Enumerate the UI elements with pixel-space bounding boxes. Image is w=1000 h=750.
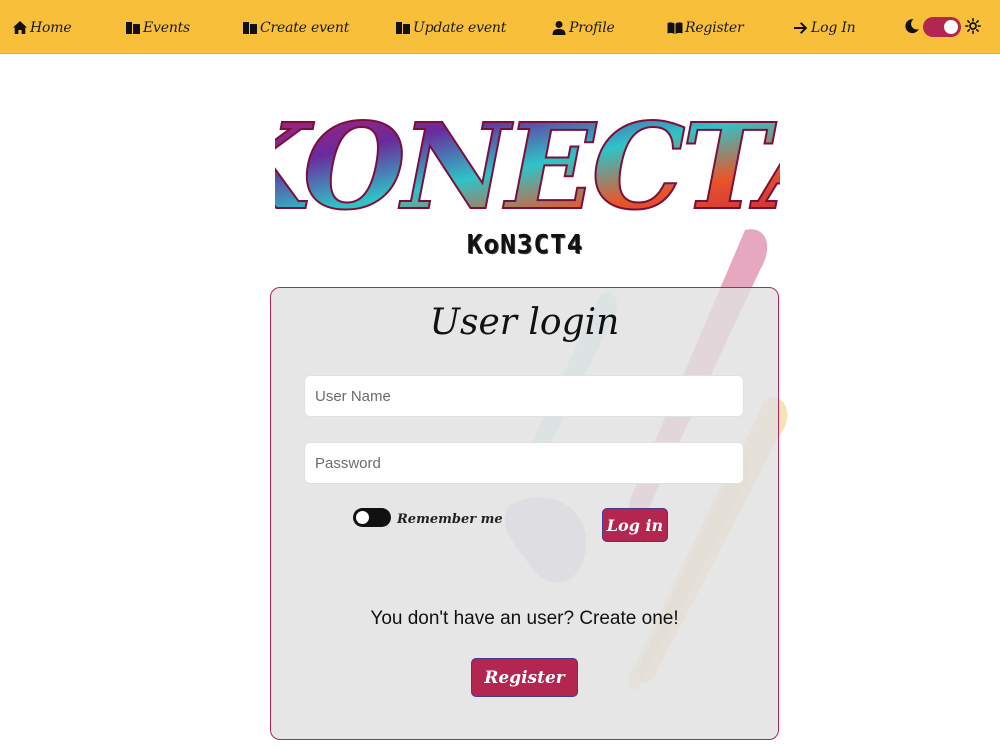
nav-home-link[interactable]: Home	[12, 17, 72, 39]
nav-login-label: Log In	[811, 20, 856, 36]
nav-home-label: Home	[30, 20, 72, 36]
nav-update-event-label: Update event	[413, 20, 507, 36]
register-button[interactable]: Register	[471, 658, 578, 697]
nav-profile-label: Profile	[569, 20, 615, 36]
book-open-icon	[667, 22, 683, 34]
home-icon	[13, 21, 27, 34]
user-icon	[552, 21, 566, 35]
username-input[interactable]	[304, 375, 744, 417]
moon-icon	[905, 19, 919, 34]
nav-update-event-link[interactable]: Update event	[395, 17, 506, 39]
nav-register-link[interactable]: Register	[667, 17, 744, 39]
nav-profile-link[interactable]: Profile	[551, 17, 615, 39]
svg-text:KONECTA: KONECTA	[275, 100, 780, 225]
login-button[interactable]: Log in	[602, 508, 668, 542]
remember-toggle-knob	[356, 511, 369, 524]
theme-toggle[interactable]	[923, 17, 961, 37]
nav-create-event-label: Create event	[260, 20, 350, 36]
nav-events-link[interactable]: Events	[125, 17, 190, 39]
konecta-logo: KONECTA	[275, 100, 780, 225]
calendar-plus-icon	[243, 22, 257, 34]
nav-create-event-link[interactable]: Create event	[242, 17, 349, 39]
calendar-edit-icon	[396, 22, 410, 34]
nav-events-label: Events	[143, 20, 191, 36]
nav-register-label: Register	[685, 20, 744, 36]
no-account-text: You don't have an user? Create one!	[370, 608, 679, 629]
calendar-icon	[126, 22, 140, 34]
login-card: User login Remember me Log in You don't …	[270, 287, 779, 740]
remember-me-label: Remember me	[397, 512, 503, 527]
login-title: User login	[429, 302, 620, 343]
arrow-right-icon	[794, 22, 808, 34]
top-navbar: Home Events Create event Update event Pr…	[0, 0, 1000, 54]
nav-login-link[interactable]: Log In	[793, 17, 856, 39]
password-input[interactable]	[304, 442, 744, 484]
remember-me-toggle[interactable]	[353, 508, 391, 527]
theme-toggle-knob	[944, 20, 958, 34]
sun-icon	[965, 18, 981, 34]
